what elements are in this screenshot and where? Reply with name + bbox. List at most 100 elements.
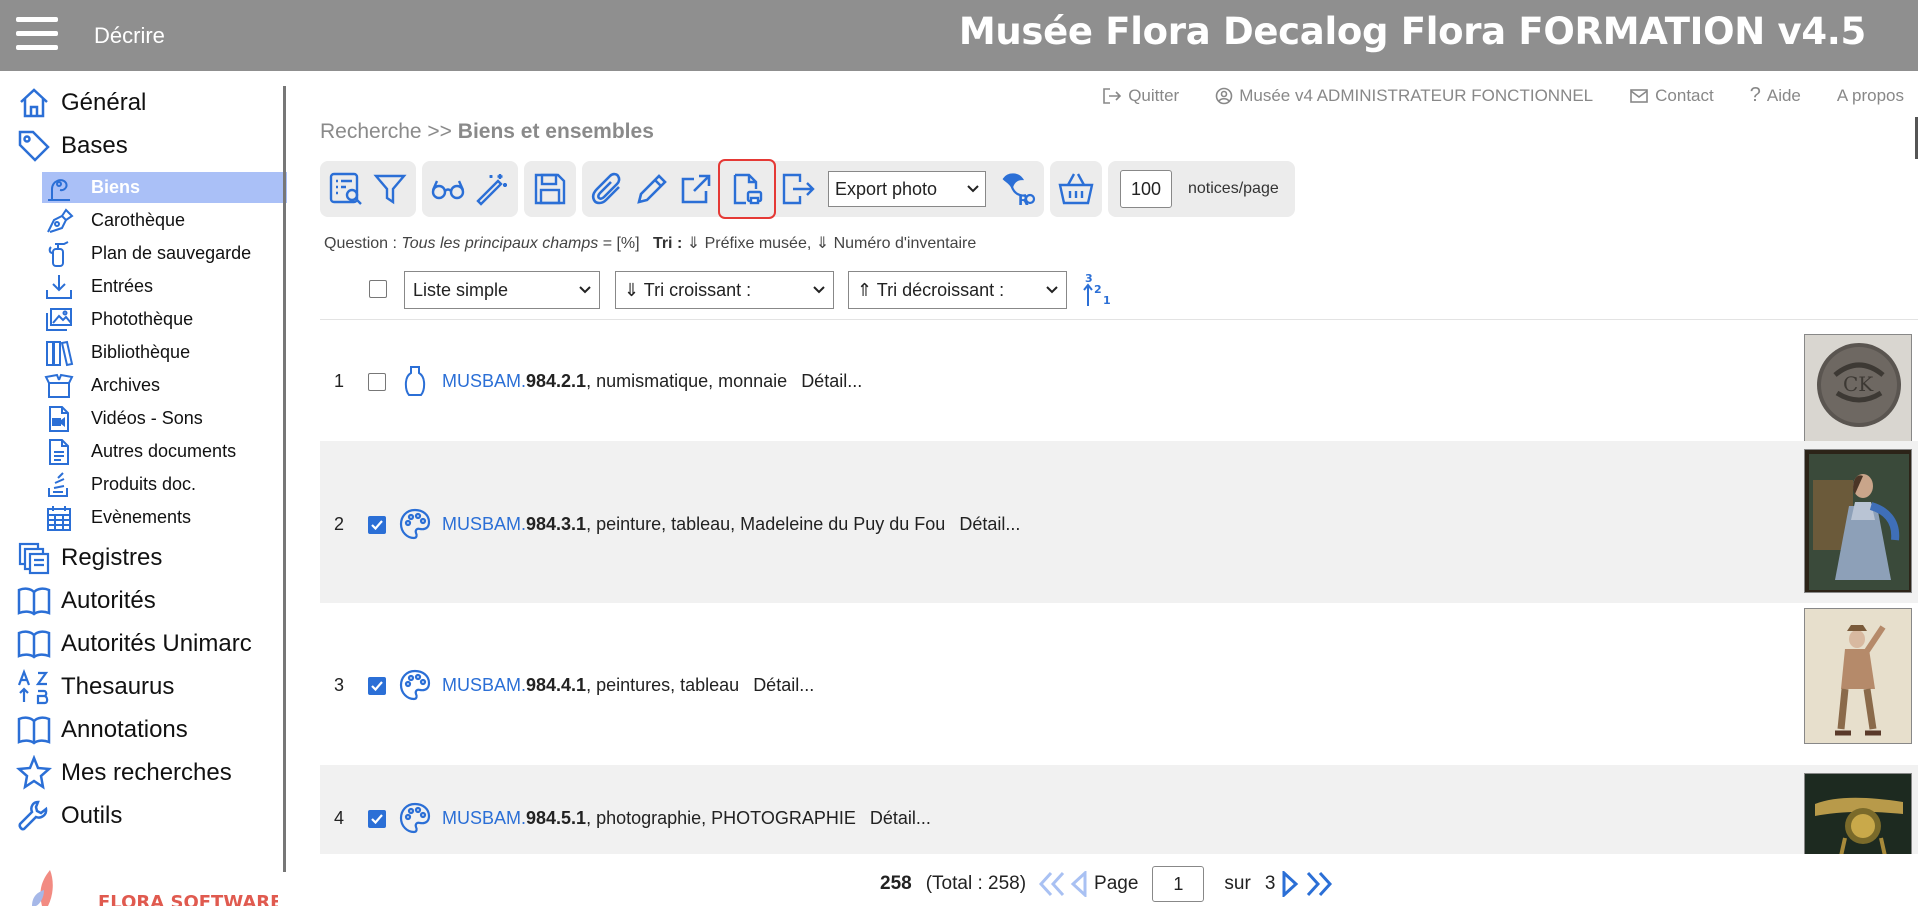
about-link[interactable]: A propos bbox=[1837, 84, 1904, 107]
row-prefix[interactable]: MUSBAM. bbox=[442, 371, 526, 391]
quit-link[interactable]: Quitter bbox=[1102, 84, 1179, 107]
row-thumbnail-photo[interactable] bbox=[1804, 773, 1912, 854]
row-label: MUSBAM.984.5.1, photographie, PHOTOGRAPH… bbox=[442, 808, 931, 829]
sidebar-item-bases[interactable]: Bases bbox=[0, 126, 285, 166]
magic-button[interactable] bbox=[472, 169, 512, 209]
row-detail-link[interactable]: Détail... bbox=[870, 808, 931, 828]
row-prefix[interactable]: MUSBAM. bbox=[442, 675, 526, 695]
next-page-button[interactable] bbox=[1281, 871, 1299, 897]
last-page-button[interactable] bbox=[1305, 871, 1333, 897]
reverse-sort-button[interactable]: 3 2 1 bbox=[1080, 271, 1116, 307]
paperclip-icon bbox=[591, 172, 621, 205]
row-checkbox[interactable] bbox=[368, 810, 386, 828]
sidebar-item-produits-doc[interactable]: Produits doc. bbox=[42, 469, 287, 500]
row-inventory[interactable]: 984.5.1 bbox=[526, 808, 586, 828]
sort-desc-select[interactable]: ⇑ Tri décroissant : bbox=[848, 271, 1067, 309]
view-button[interactable] bbox=[428, 169, 468, 209]
row-thumbnail-painting[interactable] bbox=[1804, 449, 1912, 593]
sidebar-item-videos-sons[interactable]: Vidéos - Sons bbox=[42, 403, 287, 434]
sidebar-item-biens[interactable]: Biens bbox=[42, 172, 287, 203]
save-button[interactable] bbox=[530, 169, 570, 209]
sidebar-item-mes-recherches[interactable]: Mes recherches bbox=[0, 753, 285, 793]
floppy-disk-icon bbox=[534, 173, 566, 205]
filter-button[interactable] bbox=[370, 169, 410, 209]
breadcrumb-current: Biens et ensembles bbox=[457, 120, 654, 143]
report-button[interactable]: R bbox=[998, 169, 1038, 209]
row-checkbox[interactable] bbox=[368, 516, 386, 534]
hamburger-icon[interactable] bbox=[16, 17, 58, 51]
toolbar-group-view bbox=[422, 161, 518, 217]
sidebar-item-general[interactable]: Général bbox=[0, 83, 285, 123]
sidebar-item-annotations[interactable]: Annotations bbox=[0, 710, 285, 750]
sidebar-item-phototheque[interactable]: Photothèque bbox=[42, 304, 287, 335]
chevron-down-icon bbox=[813, 286, 825, 294]
sidebar-item-evenements[interactable]: Evènements bbox=[42, 502, 287, 533]
user-link[interactable]: Musée v4 ADMINISTRATEUR FONCTIONNEL bbox=[1215, 84, 1593, 107]
breadcrumb-root[interactable]: Recherche bbox=[320, 120, 422, 143]
row-thumbnail-drawing[interactable] bbox=[1804, 608, 1912, 744]
row-detail-link[interactable]: Détail... bbox=[753, 675, 814, 695]
sidebar-item-autorites-unimarc[interactable]: Autorités Unimarc bbox=[0, 624, 285, 664]
about-label: A propos bbox=[1836, 85, 1904, 105]
sidebar-item-autres-documents[interactable]: Autres documents bbox=[42, 436, 287, 467]
row-description: , peinture, tableau, Madeleine du Puy du… bbox=[586, 514, 946, 534]
help-link[interactable]: ? Aide bbox=[1750, 84, 1801, 107]
prev-page-button[interactable] bbox=[1070, 871, 1088, 897]
row-inventory[interactable]: 984.4.1 bbox=[526, 675, 586, 695]
module-name: Décrire bbox=[94, 23, 165, 48]
svg-text:3: 3 bbox=[1085, 272, 1093, 285]
row-prefix[interactable]: MUSBAM. bbox=[442, 808, 526, 828]
export-format-select[interactable]: Export photo bbox=[828, 171, 986, 207]
toolbar-group-save bbox=[524, 161, 576, 217]
sidebar-item-thesaurus[interactable]: Thesaurus bbox=[0, 667, 285, 707]
sort-asc-value: ⇓ Tri croissant : bbox=[624, 279, 752, 300]
display-mode-select[interactable]: Liste simple bbox=[404, 271, 600, 309]
sidebar-item-archives[interactable]: Archives bbox=[42, 370, 287, 401]
open-external-button[interactable] bbox=[676, 169, 716, 209]
sort-asc-select[interactable]: ⇓ Tri croissant : bbox=[615, 271, 834, 309]
row-inventory[interactable]: 984.3.1 bbox=[526, 514, 586, 534]
calendar-icon bbox=[47, 505, 71, 531]
row-detail-link[interactable]: Détail... bbox=[801, 371, 862, 391]
user-circle-icon bbox=[1215, 87, 1233, 104]
table-row[interactable]: 2 MUSBAM.984.3.1, peinture, tableau, Mad… bbox=[320, 441, 1918, 603]
quit-label: Quitter bbox=[1128, 85, 1180, 105]
row-number: 2 bbox=[334, 514, 345, 534]
row-checkbox[interactable] bbox=[368, 677, 386, 695]
sidebar-item-label: Registres bbox=[61, 544, 163, 571]
sidebar-item-carotheque[interactable]: Carothèque bbox=[42, 205, 287, 236]
sidebar-item-bibliotheque[interactable]: Bibliothèque bbox=[42, 337, 287, 368]
sidebar-scrollbar[interactable] bbox=[283, 86, 286, 872]
sidebar-item-autorites[interactable]: Autorités bbox=[0, 581, 285, 621]
search-form-button[interactable] bbox=[326, 169, 366, 209]
select-all-checkbox[interactable] bbox=[369, 280, 387, 298]
basket-button[interactable] bbox=[1056, 169, 1096, 209]
page-number-input[interactable]: 1 bbox=[1152, 866, 1205, 902]
first-page-button[interactable] bbox=[1038, 871, 1066, 897]
table-row[interactable]: 1 MUSBAM.984.2.1, numismatique, monnaie D… bbox=[320, 321, 1918, 442]
export-button[interactable] bbox=[778, 169, 818, 209]
table-row[interactable]: 4 MUSBAM.984.5.1, photographie, PHOTOGRA… bbox=[320, 765, 1918, 854]
sidebar-item-outils[interactable]: Outils bbox=[0, 796, 285, 836]
toolbar: Export photo R 100 notices/page bbox=[320, 159, 1295, 219]
contact-link[interactable]: Contact bbox=[1629, 84, 1714, 107]
edit-button[interactable] bbox=[632, 169, 672, 209]
sidebar-item-plan-sauvegarde[interactable]: Plan de sauvegarde bbox=[42, 238, 287, 269]
wrench-icon bbox=[18, 800, 48, 831]
sidebar-item-entrees[interactable]: Entrées bbox=[42, 271, 287, 302]
palette-icon bbox=[399, 802, 431, 834]
row-checkbox[interactable] bbox=[368, 373, 386, 391]
row-thumbnail-coin[interactable]: CK bbox=[1804, 334, 1912, 442]
sidebar-item-registres[interactable]: Registres bbox=[0, 538, 285, 578]
attach-button[interactable] bbox=[588, 169, 628, 209]
row-prefix[interactable]: MUSBAM. bbox=[442, 514, 526, 534]
table-row[interactable]: 3 MUSBAM.984.4.1, peintures, tableau Déta… bbox=[320, 603, 1918, 765]
sidebar-item-label: Bases bbox=[61, 132, 128, 159]
fire-extinguisher-icon bbox=[48, 240, 69, 267]
print-document-button[interactable] bbox=[718, 159, 776, 219]
row-detail-link[interactable]: Détail... bbox=[959, 514, 1020, 534]
row-inventory[interactable]: 984.2.1 bbox=[526, 371, 586, 391]
notices-per-page-input[interactable]: 100 bbox=[1120, 170, 1172, 208]
svg-text:2: 2 bbox=[1094, 283, 1102, 296]
sidebar-item-label: Photothèque bbox=[91, 309, 194, 329]
